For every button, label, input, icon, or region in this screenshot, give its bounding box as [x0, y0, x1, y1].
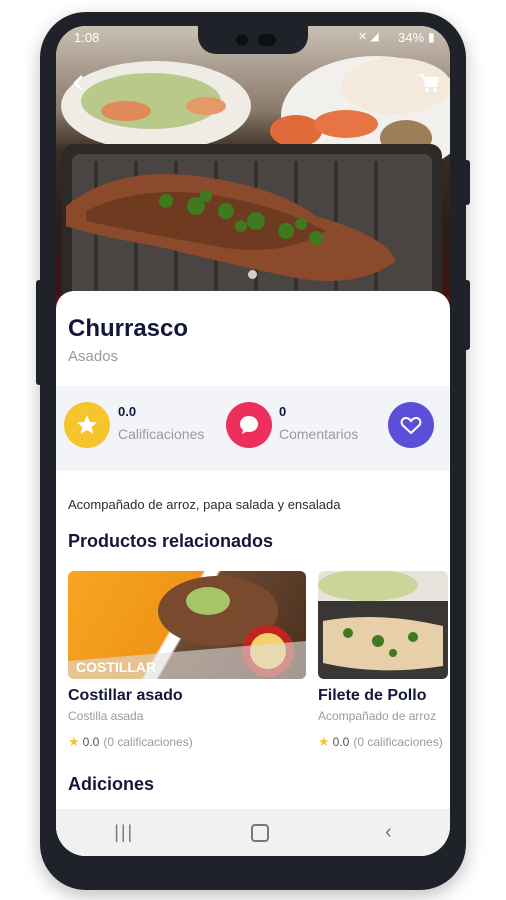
related-product-desc: Acompañado de arroz [318, 709, 437, 723]
comments-button[interactable] [226, 402, 272, 448]
related-product-image: COSTILLAR [68, 571, 306, 679]
comment-icon [240, 416, 258, 434]
food-photo [56, 56, 450, 326]
status-time: 1:08 [74, 30, 100, 45]
signal-icon: ✕ ◢ [358, 31, 379, 43]
related-product-rating: ★ 0.0 (0 calificaciones) [318, 734, 443, 750]
phone-side-button-right-top [464, 160, 470, 205]
battery-percent: 34% [398, 30, 425, 45]
related-product-card[interactable]: COSTILLAR Costillar asado Costilla asada… [68, 571, 306, 751]
related-products-title: Productos relacionados [68, 531, 274, 551]
menu-nav-icon[interactable]: ||| [114, 822, 134, 843]
stats-bar: 0.0 Calificaciones 0 Comentarios [56, 386, 450, 471]
additions-title: Adiciones [68, 774, 155, 794]
back-arrow-icon[interactable] [66, 70, 92, 96]
product-hero-image: 1:08 ✕ ◢ 34% ▮ [56, 26, 450, 326]
star-icon: ★ [318, 734, 330, 749]
rating-value: 0.0 [82, 735, 100, 749]
related-product-image [318, 571, 448, 679]
rating-count: (0 calificaciones) [353, 735, 443, 749]
star-icon: ★ [68, 734, 80, 749]
product-detail-card: Churrasco Asados 0.0 Calificaciones 0 Co… [56, 291, 450, 856]
home-nav-icon[interactable] [250, 823, 269, 842]
phone-side-button-left [36, 280, 42, 385]
rating-count: (0 calificaciones) [103, 735, 193, 749]
battery-icon: ▮ [428, 30, 435, 44]
product-title: Churrasco [68, 315, 189, 342]
star-icon [77, 415, 97, 434]
favorite-button[interactable] [388, 402, 434, 448]
back-nav-icon[interactable]: ‹ [385, 821, 392, 844]
comments-label: Comentarios [279, 426, 359, 442]
related-product-banner: COSTILLAR [76, 659, 157, 675]
comments-value: 0 [279, 404, 287, 419]
app-screen: 1:08 ✕ ◢ 34% ▮ Churrasco Asados 0.0 Cali… [56, 26, 450, 856]
related-product-card[interactable]: Filete de Pollo Acompañado de arroz ★ 0.… [318, 571, 450, 751]
related-product-rating: ★ 0.0 (0 calificaciones) [68, 734, 193, 750]
system-nav-bar: ||| ‹ [56, 809, 450, 856]
ratings-button[interactable] [64, 402, 110, 448]
cart-icon[interactable] [416, 70, 442, 96]
image-pager-dot[interactable] [248, 270, 257, 279]
camera-notch [198, 26, 308, 54]
camera-lens [236, 34, 248, 46]
related-product-desc: Costilla asada [68, 709, 144, 723]
related-product-name: Filete de Pollo [318, 687, 427, 704]
heart-icon [400, 416, 422, 435]
rating-value: 0.0 [332, 735, 350, 749]
product-category: Asados [68, 348, 119, 365]
ratings-value: 0.0 [118, 404, 137, 419]
camera-sensor [258, 34, 276, 46]
phone-side-button-right-bottom [464, 280, 470, 350]
ratings-label: Calificaciones [118, 426, 205, 442]
product-description: Acompañado de arroz, papa salada y ensal… [68, 497, 341, 512]
related-product-name: Costillar asado [68, 687, 183, 704]
